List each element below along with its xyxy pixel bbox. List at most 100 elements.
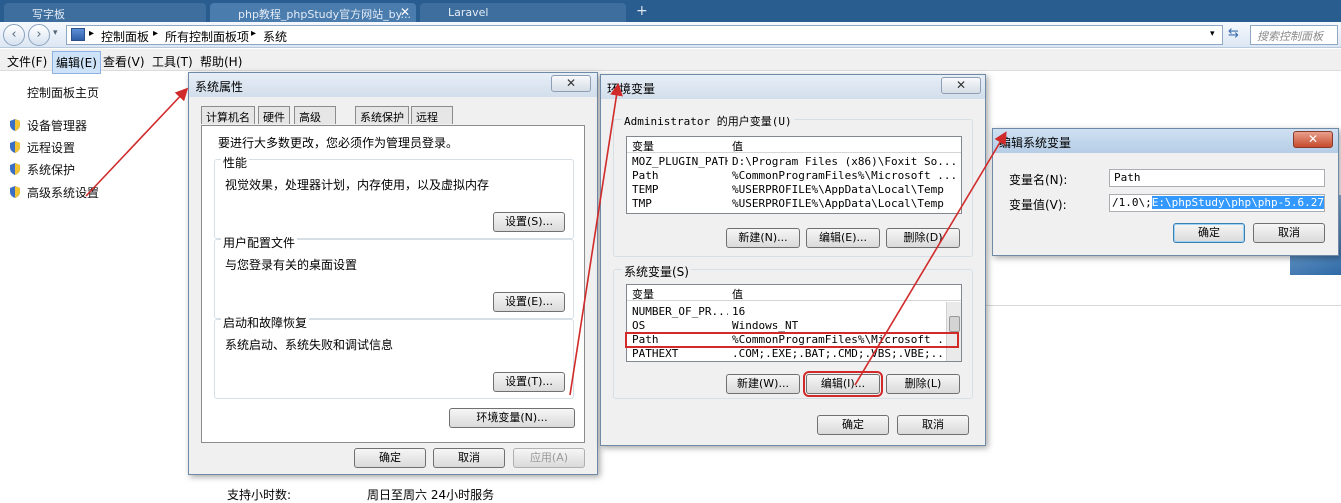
cancel-button[interactable]: 取消 (1253, 223, 1325, 243)
list-header: 变量 值 (627, 285, 961, 301)
menu-tools[interactable]: 工具(T) (152, 53, 193, 70)
tab-phpstudy[interactable]: php教程_phpStudy官方网站_by... ✕ (210, 3, 416, 22)
forward-icon[interactable]: › (28, 24, 50, 46)
nav-advanced-system-settings[interactable]: 高级系统设置 (8, 184, 99, 201)
tab-laravel[interactable]: Laravel (420, 3, 626, 22)
group-description: 视觉效果，处理器计划，内存使用，以及虚拟内存 (225, 178, 490, 192)
group-description: 与您登录有关的桌面设置 (225, 258, 358, 272)
system-new-button[interactable]: 新建(W)... (726, 374, 800, 394)
control-panel-home-link[interactable]: 控制面板主页 (27, 84, 99, 101)
menu-help[interactable]: 帮助(H) (200, 53, 242, 70)
tab-wordpad[interactable]: 写字板 (4, 3, 206, 22)
new-tab-icon[interactable]: + (636, 3, 648, 19)
close-icon[interactable]: ✕ (1293, 131, 1333, 148)
user-variables-list[interactable]: 变量 值 MOZ_PLUGIN_PATH D:\Program Files (x8… (626, 136, 962, 214)
user-edit-button[interactable]: 编辑(E)... (806, 228, 880, 248)
address-bar: ‹ › ▾ ▸ 控制面板 ▸ 所有控制面板项 ▸ 系统 ▾ ⇆ 搜索控制面板 (0, 22, 1341, 48)
admin-note: 要进行大多数更改，您必须作为管理员登录。 (218, 136, 459, 150)
tab-remote[interactable]: 远程 (411, 106, 453, 124)
ok-button[interactable]: 确定 (1173, 223, 1245, 243)
startup-settings-button[interactable]: 设置(T)... (493, 372, 565, 392)
user-profiles-settings-button[interactable]: 设置(E)... (493, 292, 565, 312)
dialog-titlebar: 编辑系统变量 (993, 129, 1338, 153)
list-item[interactable]: TMP %USERPROFILE%\AppData\Local\Temp (627, 197, 961, 211)
address-dropdown-icon[interactable]: ▾ (1210, 29, 1215, 39)
dialog-title: 编辑系统变量 (999, 136, 1072, 150)
value-text: /1.0\; (1112, 196, 1152, 209)
breadcrumb-item[interactable]: 控制面板 (101, 28, 149, 45)
cancel-button[interactable]: 取消 (433, 448, 505, 468)
breadcrumb-item[interactable]: 系统 (263, 28, 287, 45)
shield-icon (10, 163, 20, 175)
tab-hardware[interactable]: 硬件 (258, 106, 290, 124)
column-header-variable[interactable]: 变量 (632, 138, 654, 154)
environment-variables-dialog: 环境变量 ✕ Administrator 的用户变量(U) 变量 值 MOZ_P… (600, 74, 986, 446)
environment-variables-button[interactable]: 环境变量(N)... (449, 408, 575, 428)
column-header-value[interactable]: 值 (732, 286, 743, 302)
refresh-icon[interactable]: ⇆ (1228, 26, 1239, 41)
group-title: 用户配置文件 (221, 234, 298, 251)
tab-advanced[interactable]: 高级 (294, 106, 336, 124)
tab-computer-name[interactable]: 计算机名 (201, 106, 255, 124)
history-dropdown-icon[interactable]: ▾ (53, 28, 58, 38)
tab-bar: 计算机名 硬件 高级 系统保护 远程 (201, 106, 593, 126)
cancel-button[interactable]: 取消 (897, 415, 969, 435)
control-panel-icon (71, 28, 85, 41)
group-description: 系统启动、系统失败和调试信息 (225, 338, 394, 352)
menu-file[interactable]: 文件(F) (7, 53, 47, 70)
nav-device-manager[interactable]: 设备管理器 (8, 117, 87, 134)
ok-button[interactable]: 确定 (354, 448, 426, 468)
list-item[interactable]: Path %CommonProgramFiles%\Microsoft ... (627, 169, 961, 183)
system-delete-button[interactable]: 删除(L) (886, 374, 960, 394)
breadcrumb-separator-icon: ▸ (251, 28, 257, 39)
list-header: 变量 值 (627, 137, 961, 153)
performance-settings-button[interactable]: 设置(S)... (493, 212, 565, 232)
tab-system-protection[interactable]: 系统保护 (355, 106, 409, 124)
close-icon[interactable]: ✕ (941, 77, 981, 94)
dialog-title: 环境变量 (607, 82, 656, 96)
close-icon[interactable]: ✕ (551, 75, 591, 92)
user-variables-group: Administrator 的用户变量(U) 变量 值 MOZ_PLUGIN_P… (613, 113, 973, 257)
tab-panel: 要进行大多数更改，您必须作为管理员登录。 性能 视觉效果，处理器计划，内存使用，… (201, 125, 585, 443)
close-tab-icon[interactable]: ✕ (400, 5, 410, 19)
dialog-titlebar: 环境变量 (601, 75, 985, 99)
scrollbar-thumb[interactable] (949, 316, 960, 332)
variable-value-input[interactable]: /1.0\;E:\phpStudy\php\php-5.6.27-nts (1109, 194, 1325, 212)
menu-edit[interactable]: 编辑(E) (52, 51, 101, 74)
breadcrumb[interactable]: ▸ 控制面板 ▸ 所有控制面板项 ▸ 系统 ▾ (66, 25, 1223, 45)
system-properties-dialog: 系统属性 ✕ 计算机名 硬件 高级 系统保护 远程 要进行大多数更改，您必须作为… (188, 72, 598, 475)
list-item[interactable]: PATHEXT .COM;.EXE;.BAT;.CMD;.VBS;.VBE;...… (627, 347, 945, 361)
value-selected-text: E:\phpStudy\php\php-5.6.27-nts (1151, 196, 1324, 209)
support-hours-label: 支持小时数: (227, 488, 292, 502)
system-variables-list[interactable]: 变量 值 NUMBER_OF_PR... 16 OS Windows_NT Path… (626, 284, 962, 362)
group-title: 性能 (221, 154, 250, 171)
menu-view[interactable]: 查看(V) (103, 53, 145, 70)
ok-button[interactable]: 确定 (817, 415, 889, 435)
user-new-button[interactable]: 新建(N)... (726, 228, 800, 248)
list-item[interactable]: TEMP %USERPROFILE%\AppData\Local\Temp (627, 183, 961, 197)
shield-icon (10, 141, 20, 153)
variable-name-label: 变量名(N): (1009, 173, 1068, 187)
group-title: 启动和故障恢复 (221, 314, 310, 331)
group-title: 系统变量(S) (622, 263, 691, 280)
apply-button[interactable]: 应用(A) (513, 448, 585, 468)
list-item[interactable]: NUMBER_OF_PR... 16 (627, 305, 945, 319)
user-profiles-group: 用户配置文件 与您登录有关的桌面设置 设置(E)... (214, 234, 574, 319)
list-item[interactable]: OS Windows_NT (627, 319, 945, 333)
menu-bar: 文件(F) 编辑(E) 查看(V) 工具(T) 帮助(H) (0, 49, 1341, 74)
list-item[interactable]: MOZ_PLUGIN_PATH D:\Program Files (x86)\Fo… (627, 155, 961, 169)
user-delete-button[interactable]: 删除(D) (886, 228, 960, 248)
column-header-value[interactable]: 值 (732, 138, 743, 154)
variable-value-label: 变量值(V): (1009, 198, 1067, 212)
column-header-variable[interactable]: 变量 (632, 286, 654, 302)
nav-system-protection[interactable]: 系统保护 (8, 161, 75, 178)
back-icon[interactable]: ‹ (3, 24, 25, 46)
nav-remote-settings[interactable]: 远程设置 (8, 139, 75, 156)
variable-name-input[interactable]: Path (1109, 169, 1325, 187)
browser-tab-strip: 写字板 php教程_phpStudy官方网站_by... ✕ Laravel + (0, 0, 1341, 22)
system-edit-button[interactable]: 编辑(I)... (803, 371, 883, 397)
breadcrumb-item[interactable]: 所有控制面板项 (165, 28, 249, 45)
performance-group: 性能 视觉效果，处理器计划，内存使用，以及虚拟内存 设置(S)... (214, 154, 574, 239)
search-input[interactable]: 搜索控制面板 (1250, 25, 1338, 45)
support-hours-value: 周日至周六 24小时服务 (367, 488, 495, 502)
